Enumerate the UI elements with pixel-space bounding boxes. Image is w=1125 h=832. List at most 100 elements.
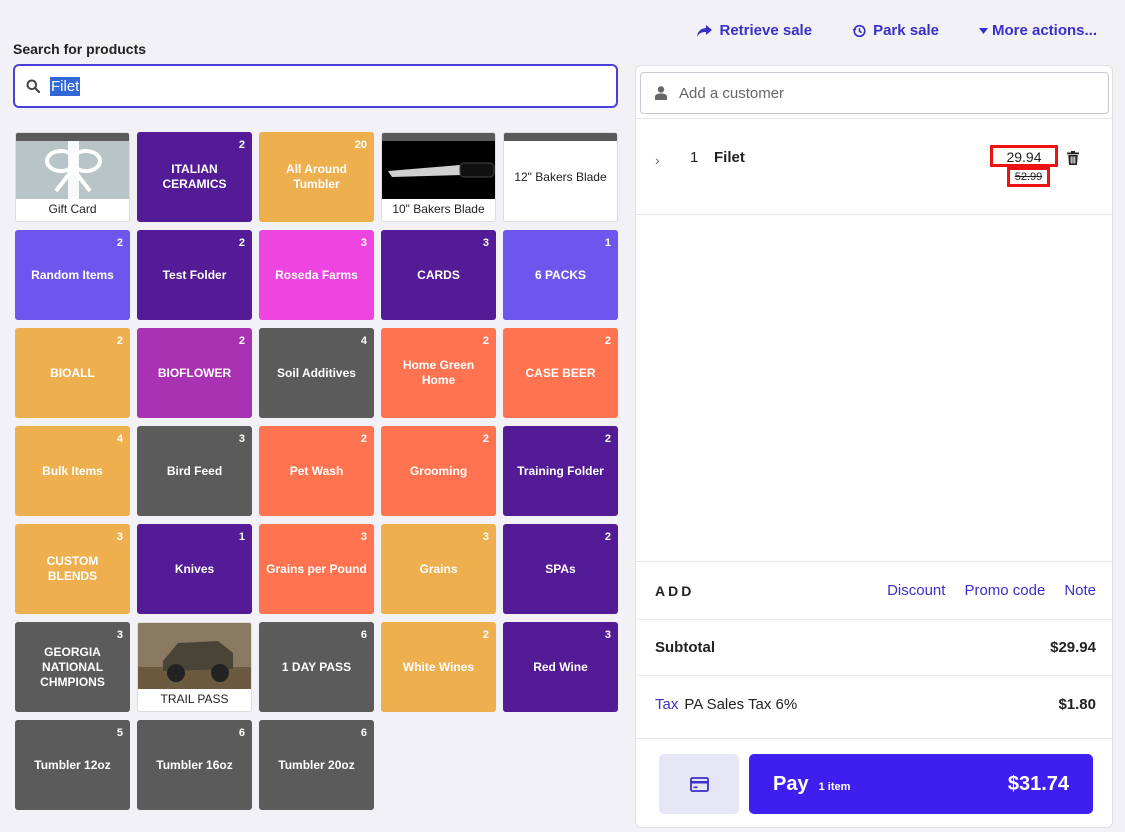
product-tile[interactable]: 6 Tumbler 20oz xyxy=(259,720,374,810)
pay-button[interactable]: Pay 1 item $31.74 xyxy=(749,754,1093,814)
search-box[interactable]: Filet xyxy=(13,64,618,108)
retrieve-sale-button[interactable]: Retrieve sale xyxy=(696,22,812,39)
chevron-right-icon[interactable]: › xyxy=(655,152,660,168)
tile-count-badge: 2 xyxy=(116,335,123,347)
tile-count-badge: 2 xyxy=(482,433,489,445)
tile-count-badge: 1 xyxy=(238,531,245,543)
tile-count-badge: 3 xyxy=(116,531,123,543)
tile-count-badge: 2 xyxy=(116,237,123,249)
product-tile[interactable]: 2 Home Green Home xyxy=(381,328,496,418)
product-tile-label: Tumbler 16oz xyxy=(156,757,233,772)
product-tile-label: 10" Bakers Blade xyxy=(392,202,485,216)
tile-count-badge: 2 xyxy=(238,335,245,347)
product-tile[interactable]: 1 6 PACKS xyxy=(503,230,618,320)
product-tile[interactable]: 2 White Wines xyxy=(381,622,496,712)
product-tile-label: SPAs xyxy=(545,561,576,576)
product-tile[interactable]: 2 Random Items xyxy=(15,230,130,320)
product-tile-label: Grooming xyxy=(409,463,468,478)
product-tile-label: GEORGIA NATIONAL CHMPIONS xyxy=(40,644,105,689)
product-tile-label: BIOFLOWER xyxy=(157,365,232,380)
product-tile[interactable]: 2 ITALIAN CERAMICS xyxy=(137,132,252,222)
line-item-name: Filet xyxy=(714,149,745,166)
product-tile[interactable]: 20 All Around Tumbler xyxy=(259,132,374,222)
trash-icon[interactable] xyxy=(1067,151,1079,165)
product-tile[interactable]: 3 Red Wine xyxy=(503,622,618,712)
line-item-price[interactable]: 29.94 xyxy=(990,145,1058,167)
tax-label: PA Sales Tax 6% xyxy=(684,695,798,713)
product-tile[interactable]: 4 Bulk Items xyxy=(15,426,130,516)
product-tile-label: Soil Additives xyxy=(277,365,356,380)
product-tile-label: Pet Wash xyxy=(289,463,344,478)
card-payment-button[interactable] xyxy=(659,754,739,814)
person-icon xyxy=(655,86,667,100)
product-tile-label: Bird Feed xyxy=(166,463,223,478)
product-tile[interactable]: 3 Grains per Pound xyxy=(259,524,374,614)
product-tile[interactable]: 6 1 DAY PASS xyxy=(259,622,374,712)
subtotal-label: Subtotal xyxy=(655,639,715,656)
product-thumbnail xyxy=(138,623,251,689)
product-tile-label: Roseda Farms xyxy=(275,267,358,282)
product-tile[interactable]: 10" Bakers Blade xyxy=(381,132,496,222)
tile-count-badge: 2 xyxy=(482,335,489,347)
product-tile[interactable]: Gift Card xyxy=(15,132,130,222)
product-tile-label: CASE BEER xyxy=(525,365,596,380)
tile-count-badge: 2 xyxy=(238,139,245,151)
line-item-original-price: 52.99 xyxy=(1007,167,1050,187)
product-tile[interactable]: 2 BIOFLOWER xyxy=(137,328,252,418)
search-icon xyxy=(26,79,40,93)
tile-count-badge: 2 xyxy=(238,237,245,249)
tile-count-badge: 5 xyxy=(116,727,123,739)
product-tile[interactable]: 12" Bakers Blade xyxy=(503,132,618,222)
product-tile-label: Grains xyxy=(419,561,458,576)
add-customer-field[interactable]: Add a customer xyxy=(640,72,1109,114)
product-tile[interactable]: 3 Grains xyxy=(381,524,496,614)
top-actions: Retrieve sale Park sale More actions... xyxy=(696,22,1097,39)
search-input[interactable]: Filet xyxy=(50,76,81,96)
product-tile[interactable]: 2 CASE BEER xyxy=(503,328,618,418)
product-tile-label: 12" Bakers Blade xyxy=(514,169,607,184)
product-tile-label: 6 PACKS xyxy=(534,267,587,282)
product-tile[interactable]: 3 GEORGIA NATIONAL CHMPIONS xyxy=(15,622,130,712)
product-tile[interactable]: 5 Tumbler 12oz xyxy=(15,720,130,810)
tax-link[interactable]: Tax xyxy=(655,696,678,713)
tile-count-badge: 2 xyxy=(604,433,611,445)
product-tile-label: Knives xyxy=(174,561,215,576)
search-label: Search for products xyxy=(13,41,147,57)
sale-summary: ADD Discount Promo code Note Subtotal $2… xyxy=(636,561,1112,732)
product-tile[interactable]: TRAIL PASS xyxy=(137,622,252,712)
product-tile[interactable]: 3 CUSTOM BLENDS xyxy=(15,524,130,614)
pay-item-count: 1 item xyxy=(818,781,851,793)
product-tile-label: TRAIL PASS xyxy=(160,692,229,706)
product-tile[interactable]: 2 Grooming xyxy=(381,426,496,516)
product-tile[interactable]: 3 Roseda Farms xyxy=(259,230,374,320)
tile-count-badge: 20 xyxy=(354,139,367,151)
product-tile[interactable]: 2 Pet Wash xyxy=(259,426,374,516)
product-tile-label: ITALIAN CERAMICS xyxy=(162,162,227,191)
product-tile[interactable]: 6 Tumbler 16oz xyxy=(137,720,252,810)
product-tile[interactable]: 2 Training Folder xyxy=(503,426,618,516)
tile-count-badge: 6 xyxy=(360,629,367,641)
tile-count-badge: 2 xyxy=(604,531,611,543)
product-tile[interactable]: 2 Test Folder xyxy=(137,230,252,320)
tile-count-badge: 3 xyxy=(604,629,611,641)
park-sale-label: Park sale xyxy=(873,22,939,39)
park-sale-button[interactable]: Park sale xyxy=(852,22,939,39)
pay-label: Pay xyxy=(773,772,809,795)
product-tile[interactable]: 3 Bird Feed xyxy=(137,426,252,516)
discount-link[interactable]: Discount xyxy=(887,582,945,599)
product-tile-label: Red Wine xyxy=(533,659,588,674)
product-tile[interactable]: 1 Knives xyxy=(137,524,252,614)
note-link[interactable]: Note xyxy=(1064,582,1096,599)
tile-count-badge: 4 xyxy=(116,433,123,445)
tile-count-badge: 2 xyxy=(360,433,367,445)
cart-line-item[interactable]: › 1 Filet 29.94 52.99 xyxy=(636,118,1112,215)
product-tile[interactable]: 2 SPAs xyxy=(503,524,618,614)
product-tile-label: Test Folder xyxy=(162,267,227,282)
promo-code-link[interactable]: Promo code xyxy=(964,582,1045,599)
product-tile[interactable]: 2 BIOALL xyxy=(15,328,130,418)
product-tile[interactable]: 3 CARDS xyxy=(381,230,496,320)
add-row: ADD Discount Promo code Note xyxy=(636,562,1112,620)
product-tile[interactable]: 4 Soil Additives xyxy=(259,328,374,418)
more-actions-button[interactable]: More actions... xyxy=(978,22,1097,39)
product-tile-label: Training Folder xyxy=(517,463,604,478)
